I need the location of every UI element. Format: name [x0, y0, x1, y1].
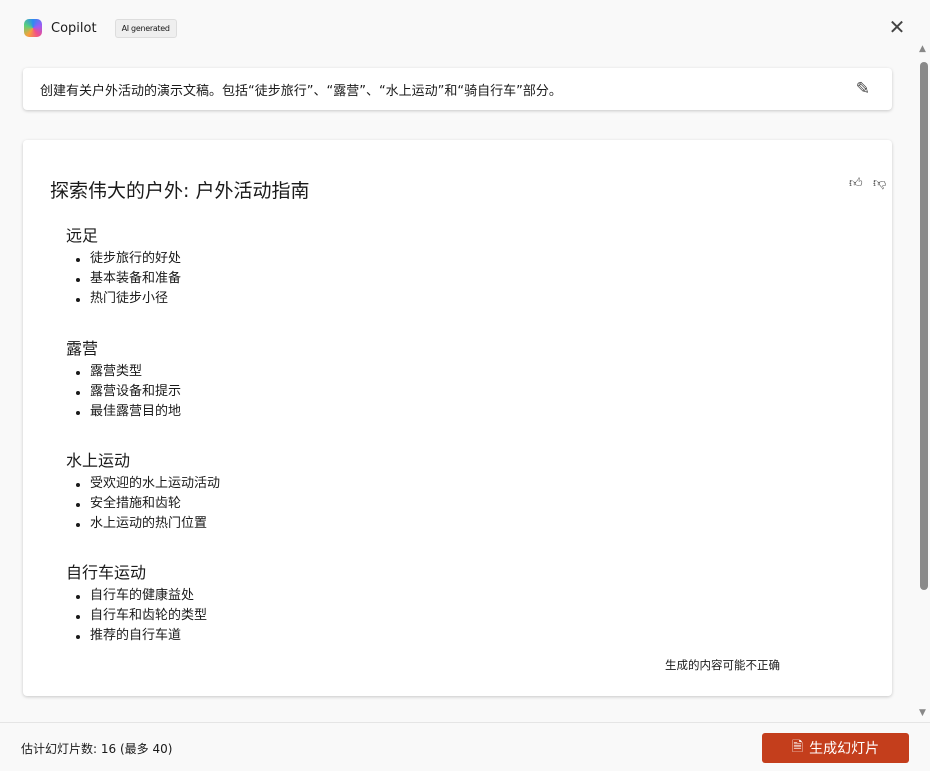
list-item: 热门徒步小径	[66, 289, 181, 309]
ai-generated-badge: AI generated	[114, 18, 177, 38]
section-items: 自行车的健康益处 自行车和齿轮的类型 推荐的自行车道	[66, 586, 207, 646]
list-item: 自行车和齿轮的类型	[66, 606, 207, 626]
slides-sparkle-icon: 🗎	[791, 738, 804, 754]
outline-section: 水上运动受欢迎的水上运动活动 安全措施和齿轮 水上运动的热门位置	[66, 447, 220, 534]
section-heading: 水上运动	[66, 451, 131, 470]
app-name: Copilot	[51, 20, 97, 36]
section-items: 受欢迎的水上运动活动 安全措施和齿轮 水上运动的热门位置	[66, 474, 220, 534]
list-item: 基本装备和准备	[66, 269, 181, 289]
outline-section: 远足徒步旅行的好处 基本装备和准备 热门徒步小径	[66, 222, 181, 309]
footer: 估计幻灯片数: 16 (最多 40) 🗎 生成幻灯片	[0, 722, 930, 771]
list-item: 自行车的健康益处	[66, 586, 207, 606]
prompt-text: 创建有关户外活动的演示文稿。包括“徒步旅行”、“露营”、“水上运动”和“骑自行车…	[40, 83, 562, 99]
scrollbar-thumb[interactable]	[920, 62, 928, 590]
list-item: 露营设备和提示	[66, 382, 181, 402]
disclaimer: 生成的内容可能不正确	[665, 658, 780, 672]
list-item: 水上运动的热门位置	[66, 514, 220, 534]
edit-prompt-icon[interactable]: ✎	[856, 79, 870, 99]
prompt-card: 创建有关户外活动的演示文稿。包括“徒步旅行”、“露营”、“水上运动”和“骑自行车…	[23, 68, 892, 110]
section-heading: 远足	[66, 226, 99, 245]
section-items: 徒步旅行的好处 基本装备和准备 热门徒步小径	[66, 249, 181, 309]
header: Copilot AI generated	[24, 17, 177, 39]
outline-title: 探索伟大的户外: 户外活动指南	[50, 180, 310, 202]
list-item: 推荐的自行车道	[66, 626, 207, 646]
list-item: 徒步旅行的好处	[66, 249, 181, 269]
section-items: 露营类型 露营设备和提示 最佳露营目的地	[66, 362, 181, 422]
list-item: 最佳露营目的地	[66, 402, 181, 422]
slide-count: 估计幻灯片数: 16 (最多 40)	[21, 742, 173, 756]
section-heading: 露营	[66, 339, 99, 358]
section-heading: 自行车运动	[66, 563, 147, 582]
outline-section: 自行车运动自行车的健康益处 自行车和齿轮的类型 推荐的自行车道	[66, 559, 207, 646]
outline-section: 露营露营类型 露营设备和提示 最佳露营目的地	[66, 335, 181, 422]
list-item: 安全措施和齿轮	[66, 494, 220, 514]
scroll-up-icon[interactable]: ▲	[919, 44, 926, 54]
outline-card: 探索伟大的户外: 户外活动指南 👍︎ 👎︎ 远足徒步旅行的好处 基本装备和准备 热门…	[23, 140, 892, 696]
thumbs-down-icon[interactable]: 👎︎	[873, 176, 886, 191]
close-icon[interactable]: ✕	[888, 17, 906, 37]
generate-slides-label: 生成幻灯片	[809, 740, 880, 756]
scroll-down-icon[interactable]: ▼	[919, 708, 926, 718]
generate-slides-button[interactable]: 🗎 生成幻灯片	[762, 733, 909, 763]
thumbs-up-icon[interactable]: 👍︎	[849, 176, 863, 191]
list-item: 受欢迎的水上运动活动	[66, 474, 220, 494]
list-item: 露营类型	[66, 362, 181, 382]
copilot-logo-icon	[24, 19, 42, 37]
scrollbar[interactable]: ▲ ▼	[918, 44, 930, 724]
